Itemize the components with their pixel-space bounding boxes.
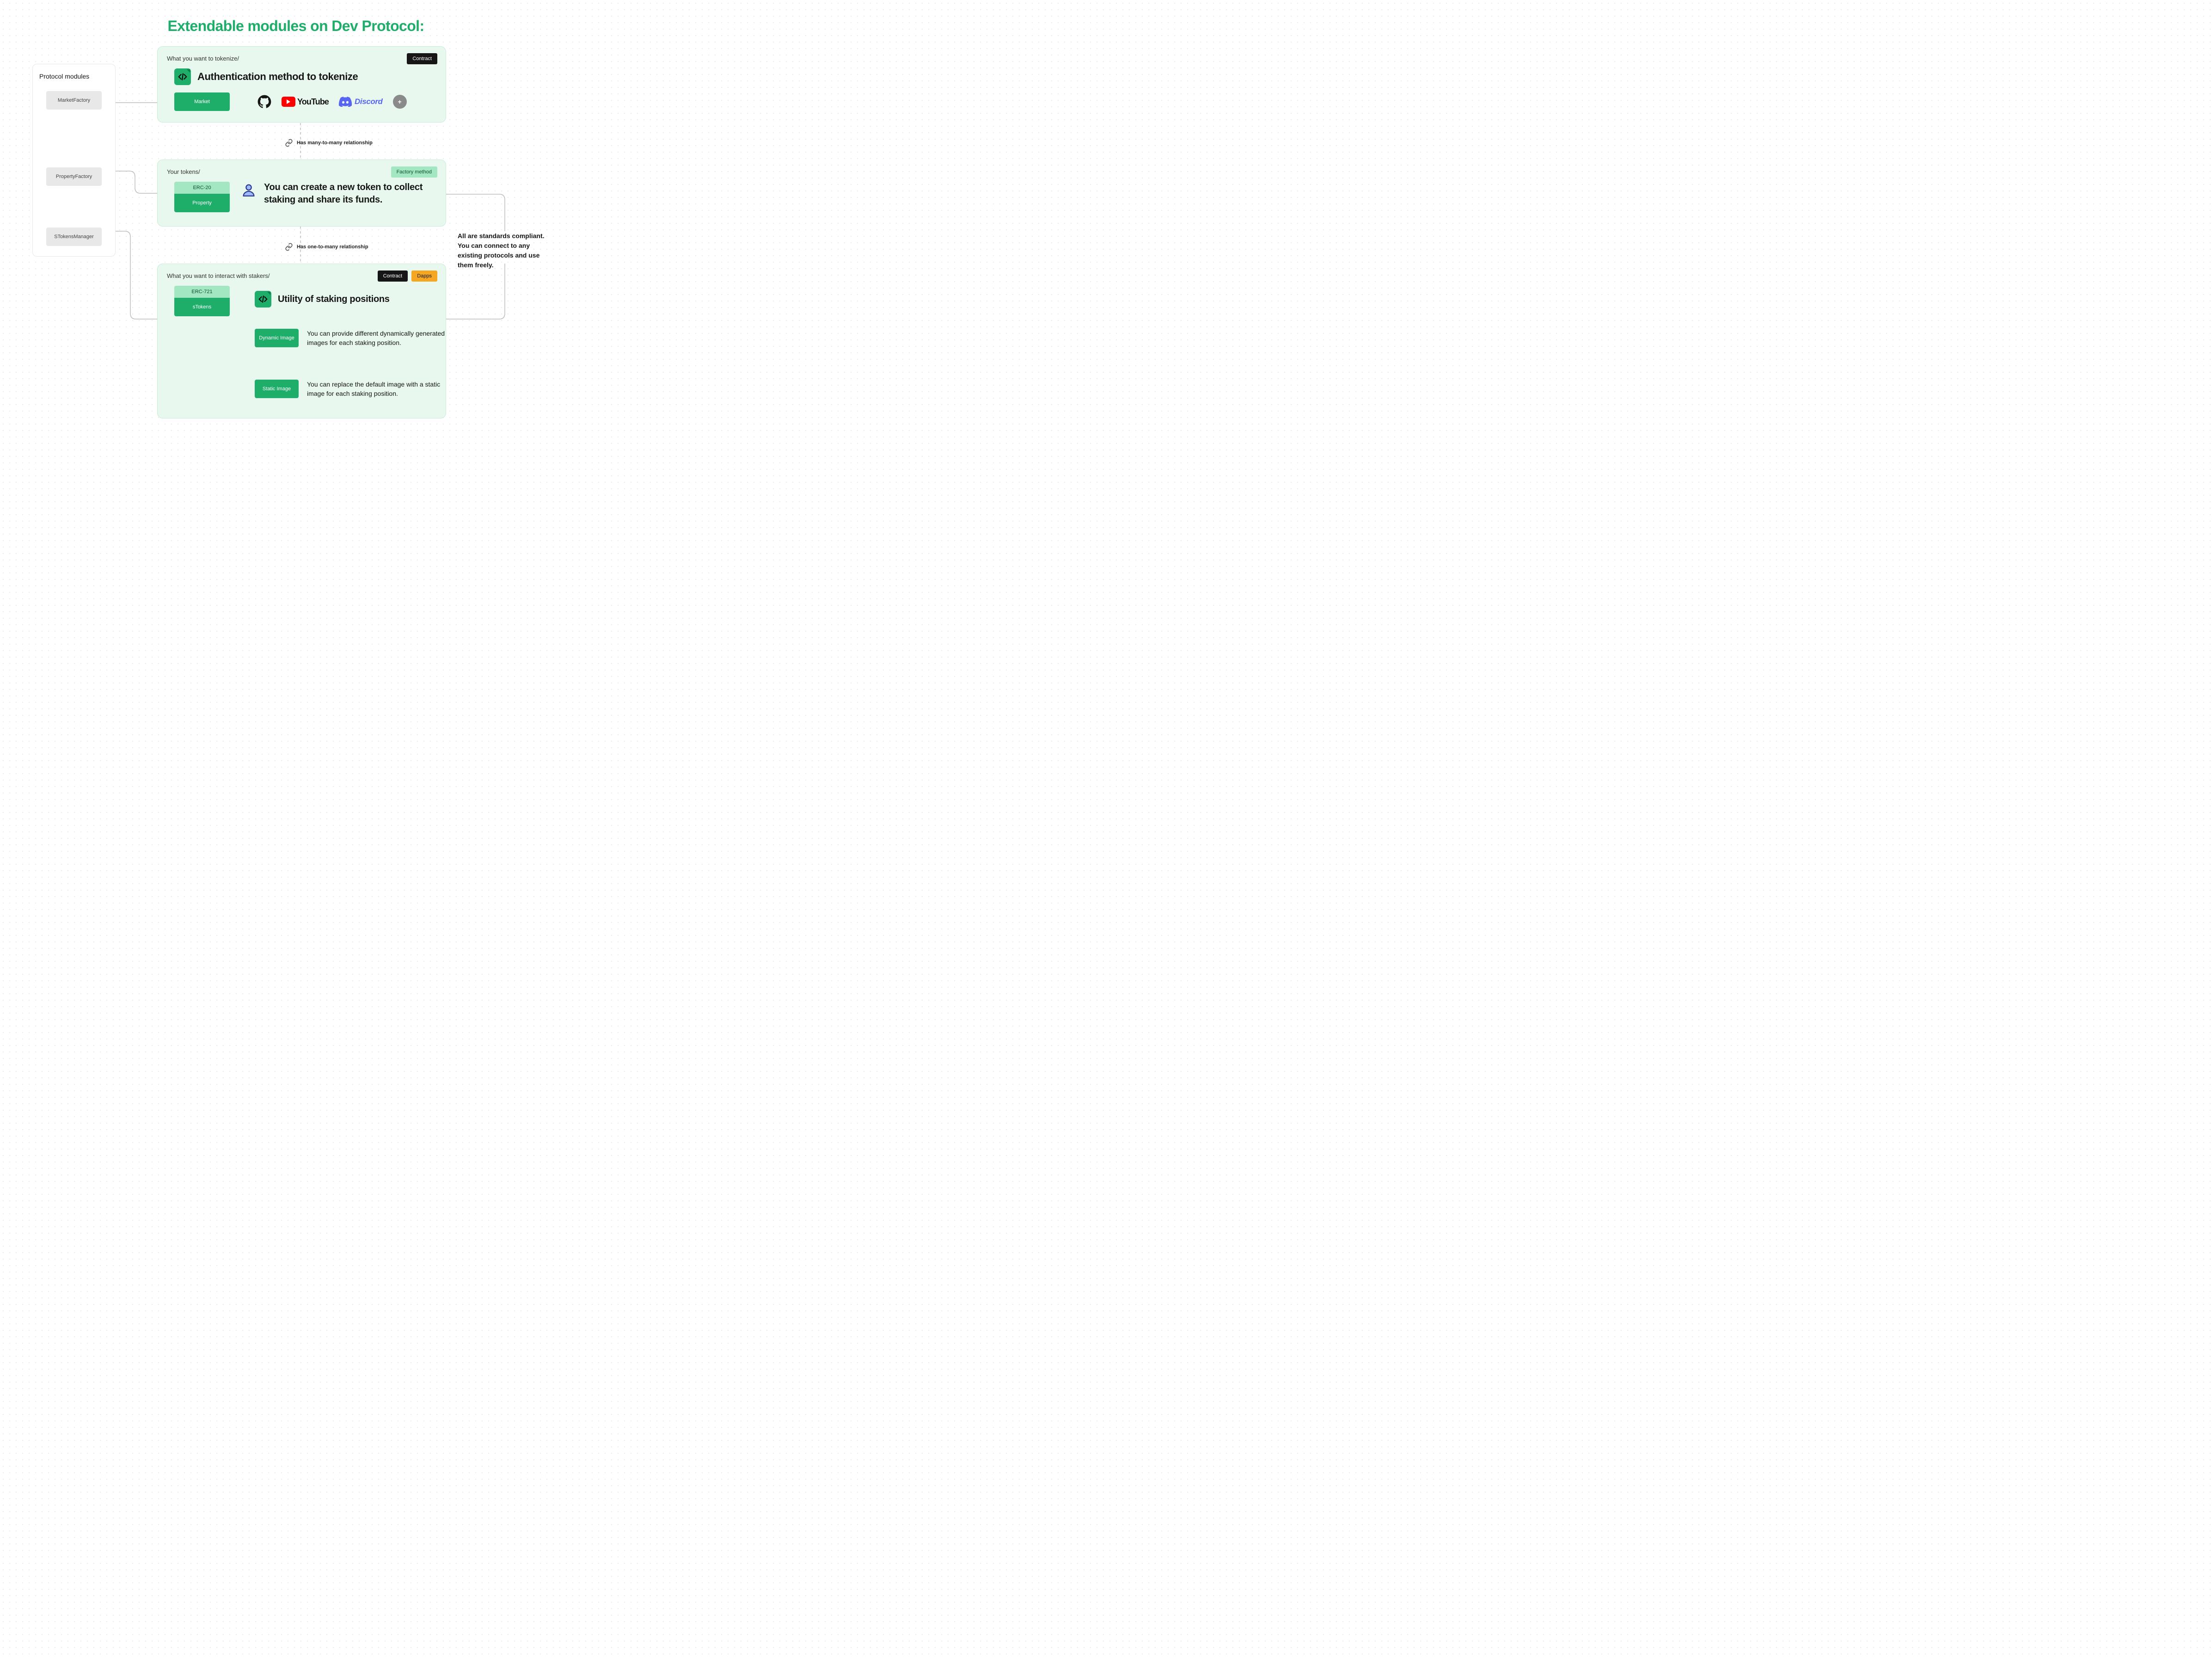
page-title: Extendable modules on Dev Protocol: [0,18,592,35]
discord-logo: Discord [339,97,383,107]
sidebar-title: Protocol modules [39,73,109,80]
card-authentication: Contract What you want to tokenize/ Auth… [157,46,446,123]
link-icon [285,139,293,147]
static-image-desc: You can replace the default image with a… [307,380,446,399]
relationship-label: Has many-to-many relationship [297,140,373,146]
dynamic-image-desc: You can provide different dynamically ge… [307,329,446,348]
card-tokens: Factory method Your tokens/ ERC-20 Prope… [157,160,446,227]
dynamic-image-button[interactable]: Dynamic Image [255,329,299,347]
module-marketfactory: MarketFactory [46,91,102,110]
card-heading: Authentication method to tokenize [197,71,358,83]
discord-label: Discord [355,97,383,106]
standards-annotation: All are standards compliant. You can con… [458,231,555,270]
protocol-modules-card: Protocol modules MarketFactory PropertyF… [32,64,116,257]
relationship-label: Has one-to-many relationship [297,244,368,250]
person-icon [241,182,257,198]
module-stokensmanager: STokensManager [46,227,102,246]
youtube-logo: YouTube [282,97,329,107]
code-icon [174,68,191,85]
relationship-many-to-many: Has many-to-many relationship [285,139,373,147]
add-more-button[interactable]: + [393,95,407,109]
property-button[interactable]: Property [174,194,230,212]
tag-factory-method: Factory method [391,166,437,178]
card-path: What you want to tokenize/ [167,55,436,62]
card-heading: Utility of staking positions [278,294,390,305]
github-icon [257,95,271,109]
card-heading: You can create a new token to collect st… [264,181,446,206]
stokens-button[interactable]: sTokens [174,298,230,316]
tag-contract: Contract [378,271,408,282]
tag-contract: Contract [407,53,437,64]
static-image-button[interactable]: Static Image [255,380,299,398]
youtube-icon [282,97,295,107]
link-icon [285,243,293,251]
relationship-one-to-many: Has one-to-many relationship [285,243,368,251]
youtube-label: YouTube [297,97,329,107]
tag-dapps: Dapps [411,271,437,282]
card-staking-utility: Contract Dapps What you want to interact… [157,264,446,418]
code-icon [255,291,271,307]
discord-icon [339,97,352,107]
module-propertyfactory: PropertyFactory [46,167,102,186]
market-button[interactable]: Market [174,92,230,111]
erc721-badge: ERC-721 [174,286,230,298]
erc20-badge: ERC-20 [174,182,230,194]
